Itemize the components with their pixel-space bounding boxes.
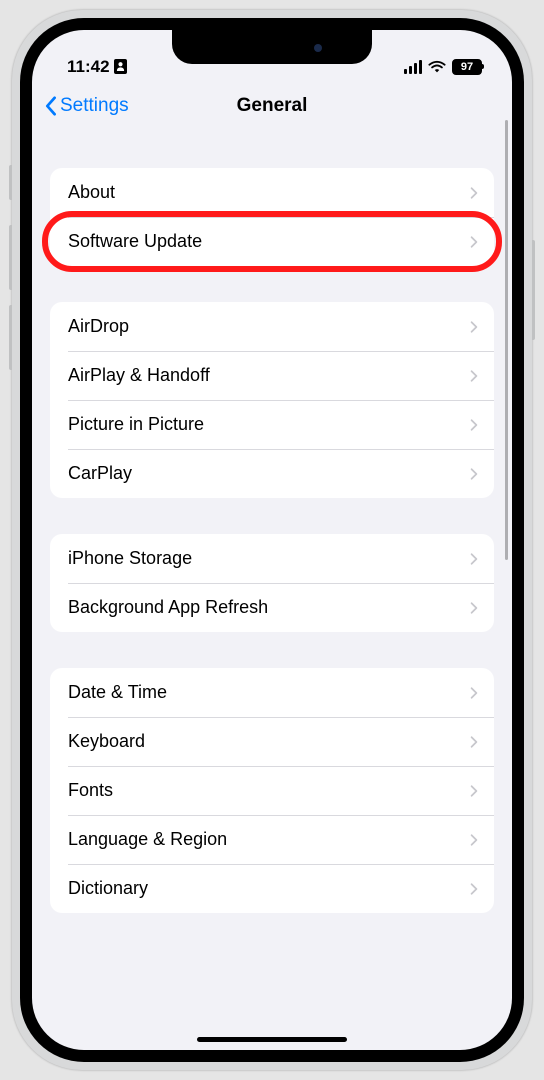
- notch: [172, 30, 372, 64]
- contact-card-icon: [114, 59, 127, 74]
- cellular-signal-icon: [404, 60, 422, 74]
- home-indicator[interactable]: [197, 1037, 347, 1042]
- row-label: Dictionary: [68, 878, 148, 899]
- row-label: AirPlay & Handoff: [68, 365, 210, 386]
- chevron-right-icon: [470, 369, 478, 383]
- chevron-right-icon: [470, 552, 478, 566]
- chevron-right-icon: [470, 320, 478, 334]
- row-about[interactable]: About: [50, 168, 494, 217]
- chevron-right-icon: [470, 735, 478, 749]
- page-title: General: [237, 95, 308, 117]
- row-label: Picture in Picture: [68, 414, 204, 435]
- settings-list[interactable]: About Software Update AirDrop AirPlay & Han…: [32, 132, 512, 1037]
- chevron-right-icon: [470, 467, 478, 481]
- settings-group: About Software Update: [50, 168, 494, 266]
- row-label: Language & Region: [68, 829, 227, 850]
- settings-group: AirDrop AirPlay & Handoff Picture in Pictu…: [50, 302, 494, 498]
- row-airplay-handoff[interactable]: AirPlay & Handoff: [50, 351, 494, 400]
- wifi-icon: [428, 60, 446, 74]
- volume-down-button: [9, 305, 12, 370]
- row-label: About: [68, 182, 115, 203]
- row-label: AirDrop: [68, 316, 129, 337]
- chevron-right-icon: [470, 186, 478, 200]
- scrollbar[interactable]: [505, 120, 508, 560]
- back-button[interactable]: Settings: [44, 95, 129, 117]
- screen: 11:42: [32, 30, 512, 1050]
- row-label: Background App Refresh: [68, 597, 268, 618]
- chevron-right-icon: [470, 882, 478, 896]
- back-label: Settings: [60, 95, 129, 117]
- row-background-app-refresh[interactable]: Background App Refresh: [50, 583, 494, 632]
- row-iphone-storage[interactable]: iPhone Storage: [50, 534, 494, 583]
- power-button: [532, 240, 535, 340]
- row-dictionary[interactable]: Dictionary: [50, 864, 494, 913]
- status-time: 11:42: [67, 57, 110, 77]
- row-fonts[interactable]: Fonts: [50, 766, 494, 815]
- row-label: Fonts: [68, 780, 113, 801]
- row-keyboard[interactable]: Keyboard: [50, 717, 494, 766]
- chevron-right-icon: [470, 784, 478, 798]
- row-date-time[interactable]: Date & Time: [50, 668, 494, 717]
- chevron-right-icon: [470, 601, 478, 615]
- row-airdrop[interactable]: AirDrop: [50, 302, 494, 351]
- chevron-right-icon: [470, 418, 478, 432]
- row-label: Date & Time: [68, 682, 167, 703]
- chevron-right-icon: [470, 833, 478, 847]
- row-label: CarPlay: [68, 463, 132, 484]
- battery-icon: 97: [452, 59, 482, 75]
- chevron-left-icon: [44, 96, 57, 116]
- volume-up-button: [9, 225, 12, 290]
- battery-percentage: 97: [454, 61, 480, 73]
- row-picture-in-picture[interactable]: Picture in Picture: [50, 400, 494, 449]
- row-language-region[interactable]: Language & Region: [50, 815, 494, 864]
- chevron-right-icon: [470, 686, 478, 700]
- row-carplay[interactable]: CarPlay: [50, 449, 494, 498]
- row-label: iPhone Storage: [68, 548, 192, 569]
- row-label: Keyboard: [68, 731, 145, 752]
- row-label: Software Update: [68, 231, 202, 252]
- mute-switch: [9, 165, 12, 200]
- settings-group: Date & Time Keyboard Fonts Language & Regio…: [50, 668, 494, 913]
- phone-frame: 11:42: [12, 10, 532, 1070]
- row-software-update[interactable]: Software Update: [50, 217, 494, 266]
- nav-bar: Settings General: [32, 85, 512, 132]
- chevron-right-icon: [470, 235, 478, 249]
- settings-group: iPhone Storage Background App Refresh: [50, 534, 494, 632]
